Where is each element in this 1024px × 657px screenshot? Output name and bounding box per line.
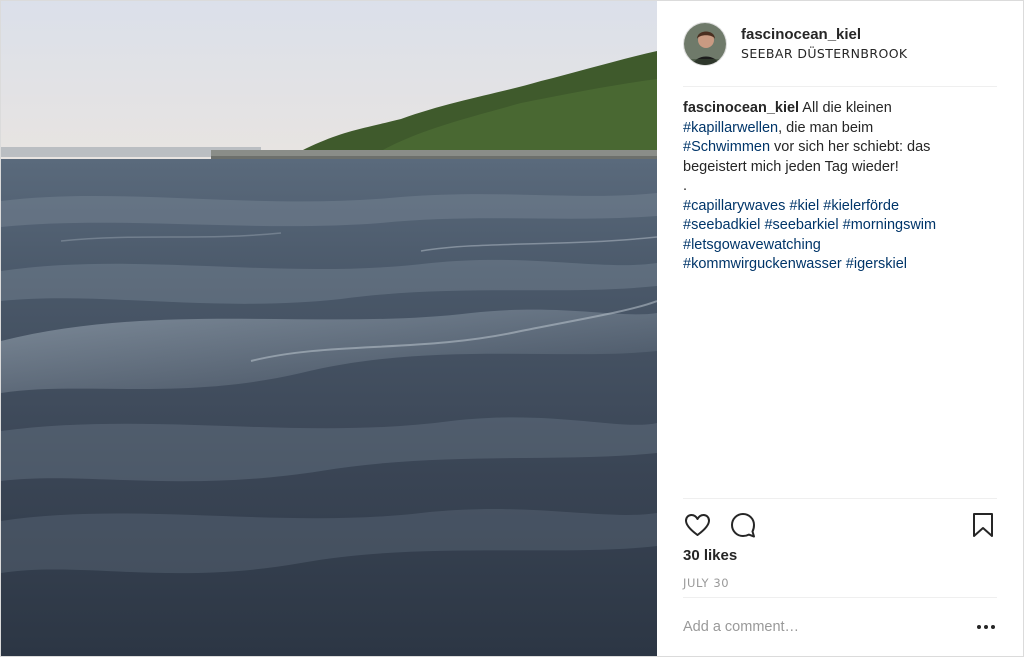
hashtag-link[interactable]: #capillarywaves	[683, 198, 785, 214]
avatar-image	[684, 22, 726, 65]
header-username[interactable]: fascinocean_kiel	[741, 26, 908, 43]
hashtag-link[interactable]: #seebadkiel	[683, 217, 760, 233]
hashtag-link[interactable]: #kapillarwellen	[683, 120, 778, 136]
hashtag-link[interactable]: #letsgowavewatching	[683, 237, 821, 253]
caption-text-a: All die kleinen	[799, 100, 892, 116]
caption-dot: .	[683, 178, 688, 194]
post-header: fascinocean_kiel SEEBAR DÜSTERNBROOK	[683, 1, 997, 87]
post-side-panel: fascinocean_kiel SEEBAR DÜSTERNBROOK fas…	[657, 1, 1023, 656]
caption-text-b: , die man beim	[778, 119, 874, 136]
hashtag-link[interactable]: #kommwirguckenwasser	[683, 256, 842, 272]
comment-input[interactable]	[683, 619, 975, 635]
post-photo[interactable]	[1, 1, 657, 656]
post-actions-bar	[683, 498, 997, 550]
comment-bar	[683, 597, 997, 656]
more-options-icon[interactable]	[975, 617, 997, 637]
comment-bubble-icon[interactable]	[729, 511, 757, 539]
caption-username[interactable]: fascinocean_kiel	[683, 100, 799, 116]
hashtag-link[interactable]: #kielerförde	[823, 198, 899, 214]
heart-icon[interactable]	[683, 511, 711, 539]
hashtag-link[interactable]: #kiel	[789, 198, 819, 214]
post-container: fascinocean_kiel SEEBAR DÜSTERNBROOK fas…	[0, 0, 1024, 657]
likes-count[interactable]: 30 likes	[683, 547, 737, 564]
avatar[interactable]	[683, 21, 727, 66]
hashtag-link[interactable]: #seebarkiel	[764, 217, 838, 233]
header-location[interactable]: SEEBAR DÜSTERNBROOK	[741, 46, 908, 61]
header-user-block: fascinocean_kiel SEEBAR DÜSTERNBROOK	[741, 26, 908, 61]
caption-hashtags: #capillarywaves #kiel #kielerförde #seeba…	[683, 197, 997, 275]
post-caption: fascinocean_kiel All die kleinen #kapilla…	[683, 99, 997, 275]
hashtag-link[interactable]: #igerskiel	[846, 256, 907, 272]
bookmark-icon[interactable]	[969, 511, 997, 539]
hashtag-link[interactable]: #Schwimmen	[683, 139, 770, 155]
hashtag-link[interactable]: #morningswim	[843, 217, 936, 233]
caption-text-block: fascinocean_kiel All die kleinen #kapilla…	[683, 99, 997, 177]
post-date[interactable]: JULY 30	[683, 576, 729, 590]
sea-photo-image	[1, 1, 657, 656]
